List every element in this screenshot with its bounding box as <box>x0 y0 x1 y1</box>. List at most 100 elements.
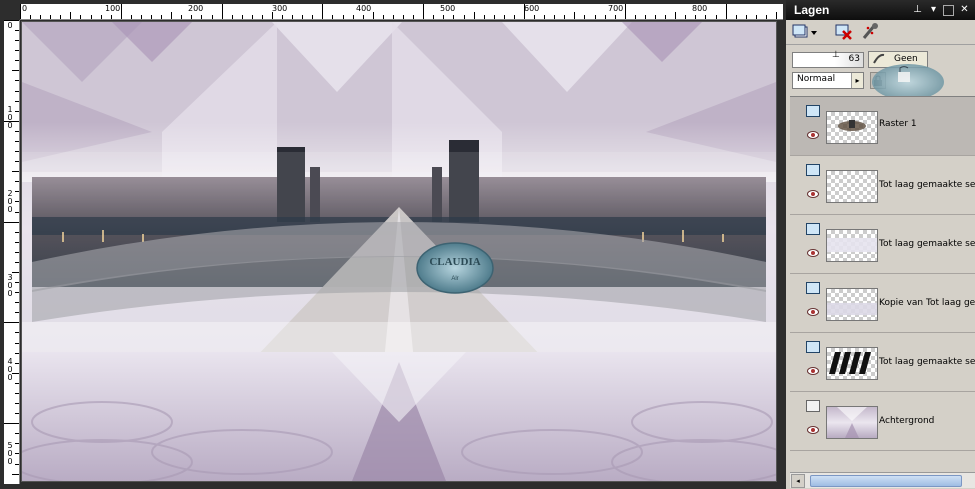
ruler-tick <box>675 12 677 19</box>
ruler-tick <box>15 292 19 294</box>
layer-name[interactable]: Tot laag gemaakte sele <box>879 180 975 190</box>
layer-row[interactable]: Kopie van Tot laag gen <box>790 274 975 333</box>
ruler-tick <box>40 15 42 19</box>
ruler-label: 100 <box>105 4 121 13</box>
layer-name[interactable]: Raster 1 <box>879 119 917 129</box>
ruler-tick <box>50 15 52 19</box>
watermark-logo <box>872 64 944 100</box>
scroll-thumb[interactable] <box>810 475 962 487</box>
ruler-tick <box>15 392 19 394</box>
ruler-tick <box>12 473 19 475</box>
layer-name[interactable]: Tot laag gemaakte sele <box>879 357 975 367</box>
ruler-tick <box>15 201 19 203</box>
watermark-text: CLAUDIA <box>429 256 480 268</box>
ruler-label: 400 <box>7 357 13 382</box>
ruler-tick <box>15 100 19 102</box>
scroll-left-icon[interactable]: ◂ <box>791 474 805 488</box>
panel-title: Lagen <box>794 3 830 17</box>
ruler-tick <box>15 50 19 52</box>
layer-thumbnail <box>826 111 878 144</box>
ruler-tick <box>352 15 354 19</box>
layer-row[interactable]: Tot laag gemaakte sele <box>790 156 975 215</box>
ruler-tick <box>493 15 495 19</box>
layer-name[interactable]: Tot laag gemaakte sele <box>879 239 975 249</box>
image-canvas[interactable]: CLAUDIA Alr <box>22 22 776 481</box>
visibility-eye-icon[interactable] <box>807 426 819 434</box>
ruler-tick <box>15 302 19 304</box>
ruler-label: 0 <box>7 21 13 30</box>
maximize-icon[interactable] <box>943 5 954 16</box>
visibility-eye-icon[interactable] <box>807 367 819 375</box>
horizontal-scrollbar[interactable]: ◂ <box>790 472 975 488</box>
ruler-tick <box>4 423 19 425</box>
layer-row[interactable]: Achtergrond <box>790 392 975 451</box>
ruler-tick <box>70 12 72 19</box>
layer-name[interactable]: Kopie van Tot laag gen <box>879 298 975 308</box>
ruler-tick <box>15 161 19 163</box>
slider-marker-icon[interactable]: ⊥ <box>832 50 840 60</box>
layer-row[interactable]: Tot laag gemaakte sele <box>790 333 975 392</box>
mask-label: Geen <box>894 54 918 64</box>
ruler-tick <box>15 312 19 314</box>
opacity-slider[interactable]: ⊥ 63 <box>792 50 864 68</box>
ruler-tick <box>695 15 697 19</box>
ruler-tick <box>776 12 777 19</box>
ruler-tick <box>524 4 525 19</box>
ruler-tick <box>473 12 475 19</box>
ruler-tick <box>423 4 425 19</box>
layer-row[interactable]: Raster 1 <box>790 97 975 156</box>
visibility-eye-icon[interactable] <box>807 131 819 139</box>
ruler-tick <box>15 191 19 193</box>
ruler-tick <box>715 15 717 19</box>
layer-name[interactable]: Achtergrond <box>879 416 934 426</box>
ruler-tick <box>513 15 515 19</box>
visibility-eye-icon[interactable] <box>807 190 819 198</box>
ruler-tick <box>382 15 384 19</box>
raster-layer-icon <box>806 105 820 117</box>
ruler-tick <box>745 15 747 19</box>
visibility-eye-icon[interactable] <box>807 249 819 257</box>
layer-row[interactable]: Tot laag gemaakte sele <box>790 215 975 274</box>
panel-title-bar[interactable]: Lagen ⊥ ▾ ✕ <box>786 0 975 20</box>
delete-layer-button[interactable] <box>834 22 854 42</box>
ruler-tick <box>735 15 737 19</box>
ruler-tick <box>433 15 435 19</box>
visibility-eye-icon[interactable] <box>807 308 819 316</box>
ruler-tick <box>15 261 19 263</box>
menu-arrow-icon[interactable]: ▾ <box>927 4 940 16</box>
ruler-tick <box>4 20 19 21</box>
layer-properties-button[interactable] <box>860 22 880 42</box>
ruler-label: 300 <box>272 4 288 13</box>
layer-list: Raster 1 Tot laag gemaakte sele Tot laag… <box>790 96 975 469</box>
ruler-tick <box>634 15 636 19</box>
raster-layer-icon <box>806 282 820 294</box>
ruler-tick <box>392 15 394 19</box>
ruler-tick <box>120 4 122 19</box>
ruler-tick <box>191 15 193 19</box>
blend-mode-select[interactable]: Normaal ▸ <box>792 72 864 89</box>
ruler-tick <box>15 130 19 132</box>
ruler-tick <box>282 15 284 19</box>
ruler-tick <box>15 60 19 62</box>
ruler-tick <box>15 453 19 455</box>
ruler-tick <box>15 181 19 183</box>
ruler-tick <box>60 15 62 19</box>
dropdown-arrow-icon[interactable]: ▸ <box>851 73 863 88</box>
pin-icon[interactable]: ⊥ <box>911 4 924 16</box>
opacity-value: 63 <box>848 54 860 64</box>
ruler-tick <box>15 231 19 233</box>
ruler-tick <box>15 463 19 465</box>
layers-panel: Lagen ⊥ ▾ ✕ ⊥ 63 Geen Normaal ▸ Raster 1… <box>786 0 975 489</box>
horizontal-ruler: 0 100 200 300 400 500 600 700 800 <box>20 4 783 20</box>
ruler-tick <box>211 15 213 19</box>
close-icon[interactable]: ✕ <box>958 4 971 16</box>
ruler-label: 200 <box>188 4 204 13</box>
ruler-tick <box>15 211 19 213</box>
ruler-tick <box>201 15 203 19</box>
ruler-tick <box>705 15 707 19</box>
ruler-tick <box>574 12 576 19</box>
layer-thumbnail <box>826 288 878 321</box>
ruler-tick <box>30 15 32 19</box>
ruler-tick <box>302 15 304 19</box>
new-layer-button[interactable] <box>792 22 818 42</box>
